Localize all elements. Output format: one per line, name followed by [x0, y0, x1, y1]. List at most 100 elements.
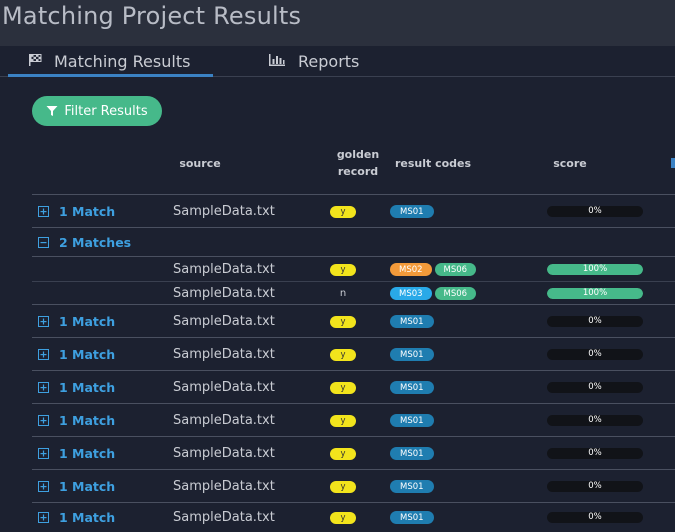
score-bar: 0%	[547, 448, 643, 459]
result-codes-cell: MS01	[390, 195, 434, 228]
golden-record-cell: y	[329, 257, 357, 282]
golden-record-cell: y	[329, 437, 357, 470]
bar-chart-icon	[268, 52, 286, 71]
result-code-badge: MS01	[390, 205, 434, 218]
tab-reports[interactable]: Reports	[268, 46, 359, 76]
page-header: Matching Project Results	[0, 0, 675, 46]
match-group-label[interactable]: 2 Matches	[59, 228, 131, 257]
score-label: 0%	[588, 415, 602, 425]
expand-icon[interactable]	[38, 371, 49, 404]
tab-matching-results[interactable]: Matching Results	[28, 46, 190, 76]
golden-no-text: n	[339, 288, 347, 299]
result-code-badge: MS01	[390, 414, 434, 427]
golden-record-cell: y	[329, 338, 357, 371]
collapse-icon[interactable]	[38, 228, 49, 257]
column-header-overflow	[671, 158, 675, 168]
table-row[interactable]: 1 Match SampleData.txt y MS01 0%	[32, 370, 675, 404]
golden-yes-badge: y	[330, 263, 356, 276]
golden-yes-badge: y	[330, 348, 356, 361]
score-bar: 100%	[547, 288, 643, 299]
table-row[interactable]: 1 Match SampleData.txt y MS01 0%	[32, 502, 675, 532]
match-group-label[interactable]: 1 Match	[59, 503, 115, 532]
result-code-badge: MS01	[390, 511, 434, 524]
score-label: 0%	[588, 448, 602, 458]
score-bar: 0%	[547, 349, 643, 360]
expand-icon[interactable]	[38, 338, 49, 371]
result-code-badge: MS01	[390, 480, 434, 493]
golden-yes-badge: y	[330, 511, 356, 524]
score-label: 0%	[588, 481, 602, 491]
golden-record-cell: y	[329, 305, 357, 338]
match-group-label[interactable]: 1 Match	[59, 437, 115, 470]
match-group-label[interactable]: 1 Match	[59, 305, 115, 338]
result-code-badge: MS03	[390, 287, 432, 300]
flag-checkered-icon	[28, 52, 42, 71]
result-code-badge: MS06	[434, 287, 477, 300]
expand-icon[interactable]	[38, 437, 49, 470]
table-child-row[interactable]: SampleData.txt y MS02 MS06 100%	[32, 256, 675, 282]
column-header-source[interactable]: source	[160, 155, 240, 172]
result-codes-cell: MS01	[390, 338, 434, 371]
match-group-label[interactable]: 1 Match	[59, 470, 115, 503]
score-label: 0%	[588, 349, 602, 359]
golden-record-cell: y	[329, 195, 357, 228]
column-header-result-codes[interactable]: result codes	[390, 155, 476, 172]
golden-header-line2: record	[337, 165, 379, 178]
golden-header-line1: golden	[336, 148, 380, 161]
result-codes-cell: MS01	[390, 437, 434, 470]
match-group-label[interactable]: 1 Match	[59, 195, 115, 228]
result-code-badge: MS01	[390, 315, 434, 328]
column-header-score[interactable]: score	[530, 155, 610, 172]
table-row[interactable]: 2 Matches	[32, 227, 675, 257]
filter-results-button[interactable]: Filter Results	[32, 96, 162, 126]
match-group-label[interactable]: 1 Match	[59, 371, 115, 404]
source-cell: SampleData.txt	[173, 380, 275, 395]
expand-icon[interactable]	[38, 305, 49, 338]
result-codes-cell: MS01	[390, 305, 434, 338]
source-cell: SampleData.txt	[173, 286, 275, 301]
table-row[interactable]: 1 Match SampleData.txt y MS01 0%	[32, 469, 675, 503]
score-cell: 100%	[547, 257, 643, 282]
column-header-golden-record[interactable]: golden record	[330, 146, 386, 180]
result-codes-cell: MS01	[390, 371, 434, 404]
score-bar: 0%	[547, 481, 643, 492]
match-group-label[interactable]: 1 Match	[59, 338, 115, 371]
source-cell: SampleData.txt	[173, 413, 275, 428]
result-codes-cell: MS03 MS06	[390, 282, 477, 305]
score-label: 0%	[588, 512, 602, 522]
table-row[interactable]: 1 Match SampleData.txt y MS01 0%	[32, 337, 675, 371]
result-code-badge: MS01	[390, 381, 434, 394]
golden-record-cell: y	[329, 470, 357, 503]
table-row[interactable]: 1 Match SampleData.txt y MS01 0%	[32, 194, 675, 228]
score-bar: 0%	[547, 316, 643, 327]
golden-record-cell: y	[329, 503, 357, 532]
score-cell: 0%	[547, 371, 643, 404]
table-row[interactable]: 1 Match SampleData.txt y MS01 0%	[32, 304, 675, 338]
score-label: 0%	[588, 206, 602, 216]
result-codes-cell: MS02 MS06	[390, 257, 477, 282]
source-cell: SampleData.txt	[173, 204, 275, 219]
score-cell: 100%	[547, 282, 643, 305]
expand-icon[interactable]	[38, 503, 49, 532]
score-cell: 0%	[547, 338, 643, 371]
expand-icon[interactable]	[38, 470, 49, 503]
score-bar: 0%	[547, 382, 643, 393]
result-codes-cell: MS01	[390, 503, 434, 532]
result-code-badge: MS02	[390, 263, 432, 276]
table-row[interactable]: 1 Match SampleData.txt y MS01 0%	[32, 403, 675, 437]
expand-icon[interactable]	[38, 404, 49, 437]
source-cell: SampleData.txt	[173, 479, 275, 494]
source-cell: SampleData.txt	[173, 510, 275, 525]
golden-yes-badge: y	[330, 480, 356, 493]
score-bar: 0%	[547, 512, 643, 523]
table-row[interactable]: 1 Match SampleData.txt y MS01 0%	[32, 436, 675, 470]
golden-yes-badge: y	[330, 414, 356, 427]
score-cell: 0%	[547, 305, 643, 338]
table-child-row[interactable]: SampleData.txt n MS03 MS06 100%	[32, 281, 675, 305]
filter-icon	[46, 106, 58, 116]
expand-icon[interactable]	[38, 195, 49, 228]
page-title: Matching Project Results	[2, 2, 302, 30]
match-group-label[interactable]: 1 Match	[59, 404, 115, 437]
tab-reports-label: Reports	[298, 51, 360, 71]
score-bar: 100%	[547, 264, 643, 275]
